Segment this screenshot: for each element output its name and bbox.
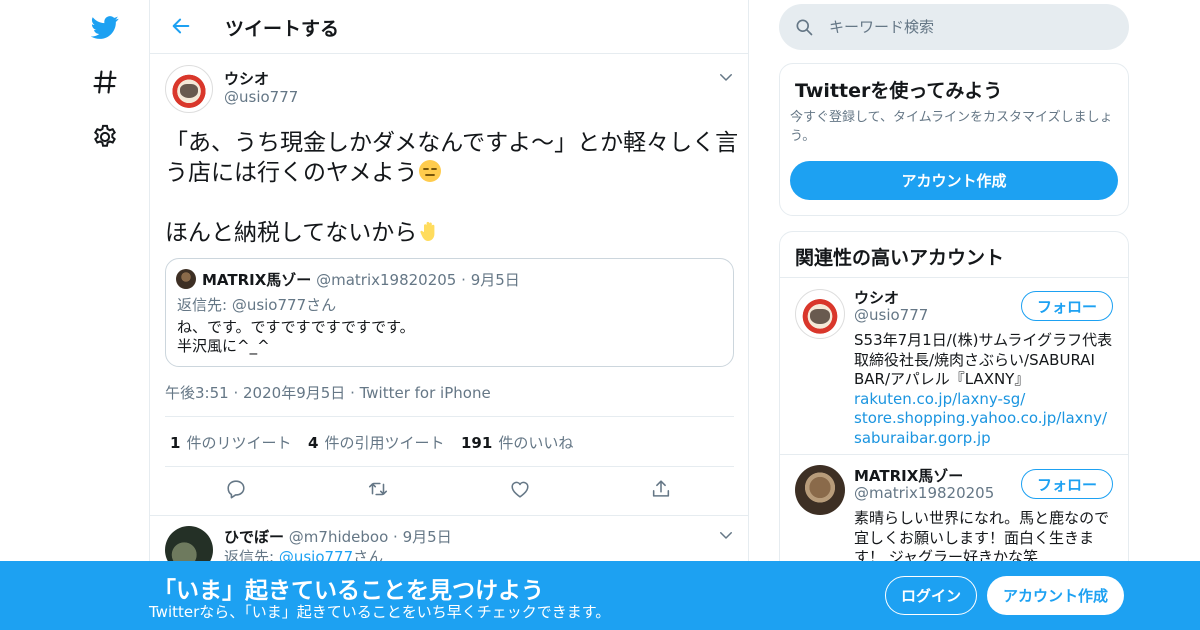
- heart-icon[interactable]: [509, 478, 535, 504]
- quoted-text: ね、です。ですですですですです。 半沢風に^_^: [177, 318, 415, 355]
- retweet-icon[interactable]: [367, 478, 393, 504]
- bio-link[interactable]: rakuten.co.jp/laxny-sg/: [854, 390, 1114, 410]
- tweet-actions: [165, 476, 734, 506]
- reply-header: ひでぼー @m7hideboo · 9月5日: [224, 526, 452, 547]
- twitter-bird-icon[interactable]: [82, 4, 128, 50]
- raised-hand-icon: [417, 219, 441, 243]
- tweet-source: Twitter for iPhone: [359, 384, 491, 402]
- retweet-count-value: 1: [170, 434, 181, 452]
- tweet-stats: 1 件のリツイート 4 件の引用ツイート 191 件のいいね: [165, 416, 734, 467]
- signup-button[interactable]: アカウント作成: [987, 576, 1124, 615]
- quote-count[interactable]: 4 件の引用ツイート: [308, 432, 444, 453]
- page: ツイートする ウシオ @usio777 「あ、うち現金しかダメなんですよ〜」とか…: [0, 0, 1200, 630]
- reply-icon[interactable]: [225, 478, 251, 504]
- search-icon: [796, 19, 813, 36]
- quoted-reply-to: 返信先: @usio777さん: [177, 296, 337, 314]
- reply-date[interactable]: 9月5日: [403, 528, 452, 546]
- tweet-text: 「あ、うち現金しかダメなんですよ〜」とか軽々しく言う店には行くのヤメようほんと納…: [165, 128, 740, 248]
- reply-author-name[interactable]: ひでぼー: [224, 528, 284, 546]
- main-column: ツイートする ウシオ @usio777 「あ、うち現金しかダメなんですよ〜」とか…: [149, 0, 749, 630]
- account-bio: S53年7月1日/(株)サムライグラフ代表取締役社長/焼肉さぶらい/SABURA…: [854, 331, 1114, 448]
- page-header: ツイートする: [150, 0, 748, 54]
- related-accounts-title: 関連性の高いアカウント: [795, 247, 1005, 269]
- hashtag-icon[interactable]: [82, 59, 128, 105]
- account-bio-text: S53年7月1日/(株)サムライグラフ代表取締役社長/焼肉さぶらい/SABURA…: [854, 331, 1113, 388]
- quoted-date: 9月5日: [470, 271, 520, 289]
- account-bio: 素晴らしい世界になれ。馬と鹿なので宜しくお願いします！面白く生きます！ ジャグラ…: [854, 509, 1110, 566]
- page-title: ツイートする: [225, 18, 340, 40]
- search-box[interactable]: [779, 4, 1129, 50]
- create-account-button[interactable]: アカウント作成: [790, 161, 1118, 200]
- search-input[interactable]: [829, 4, 1119, 50]
- login-button[interactable]: ログイン: [885, 576, 977, 615]
- quoted-tweet[interactable]: MATRIX馬ゾー @matrix19820205 · 9月5日 返信先: @u…: [165, 258, 734, 367]
- expressionless-face-icon: [418, 159, 442, 183]
- tweet-date[interactable]: 2020年9月5日: [243, 384, 345, 402]
- tweet-text-line: 「あ、うち現金しかダメなんですよ〜」とか軽々しく言う店には行くのヤメよう: [165, 130, 739, 186]
- reply-author-handle[interactable]: @m7hideboo: [289, 528, 388, 546]
- signup-card-description: 今すぐ登録して、タイムラインをカスタマイズしましょう。: [790, 110, 1113, 144]
- separator-dot: ·: [461, 271, 466, 289]
- account-handle[interactable]: @matrix19820205: [854, 484, 994, 502]
- signup-card-title: Twitterを使ってみよう: [795, 80, 1003, 102]
- quote-count-value: 4: [308, 434, 319, 452]
- signup-banner: 「いま」起きていることを見つけよう Twitterなら、「いま」起きていることを…: [0, 561, 1200, 630]
- banner-title: 「いま」起きていることを見つけよう: [153, 578, 544, 604]
- separator-dot: ·: [233, 384, 244, 402]
- follow-button[interactable]: フォロー: [1021, 469, 1113, 499]
- retweet-count-label: 件のリツイート: [186, 434, 292, 452]
- main-tweet: ウシオ @usio777 「あ、うち現金しかダメなんですよ〜」とか軽々しく言う店…: [150, 54, 748, 516]
- quoted-tweet-header: MATRIX馬ゾー @matrix19820205 · 9月5日: [202, 269, 520, 290]
- avatar[interactable]: [165, 65, 213, 113]
- account-handle[interactable]: @usio777: [854, 306, 928, 324]
- quoted-author-name: MATRIX馬ゾー: [202, 271, 312, 289]
- follow-button[interactable]: フォロー: [1021, 291, 1113, 321]
- avatar[interactable]: [795, 289, 845, 339]
- separator-dot: ·: [393, 528, 398, 546]
- list-item[interactable]: ウシオ @usio777 フォロー S53年7月1日/(株)サムライグラフ代表取…: [780, 279, 1128, 455]
- chevron-down-icon[interactable]: [717, 526, 737, 546]
- bio-link[interactable]: store.shopping.yahoo.co.jp/laxny/: [854, 409, 1114, 429]
- quoted-author-handle: @matrix19820205: [316, 271, 457, 289]
- tweet-author-name[interactable]: ウシオ: [224, 68, 269, 89]
- tweet-timestamp: 午後3:51 · 2020年9月5日 · Twitter for iPhone: [165, 382, 491, 403]
- like-count-label: 件のいいね: [498, 434, 574, 452]
- related-accounts-header: 関連性の高いアカウント: [780, 232, 1128, 278]
- banner-subtitle: Twitterなら、「いま」起きていることをいち早くチェックできます。: [149, 603, 611, 621]
- avatar[interactable]: [795, 465, 845, 515]
- separator-dot: ·: [350, 384, 360, 402]
- avatar: [176, 269, 196, 289]
- gear-icon[interactable]: [82, 114, 128, 160]
- share-icon[interactable]: [650, 478, 676, 504]
- tweet-text-line-2: ほんと納税してないから: [165, 220, 418, 246]
- retweet-count[interactable]: 1 件のリツイート: [170, 432, 291, 453]
- tweet-time[interactable]: 午後3:51: [165, 384, 229, 402]
- quote-count-label: 件の引用ツイート: [324, 434, 445, 452]
- account-name[interactable]: MATRIX馬ゾー: [854, 465, 963, 486]
- bio-link[interactable]: saburaibar.gorp.jp: [854, 429, 1114, 449]
- signup-card: Twitterを使ってみよう 今すぐ登録して、タイムラインをカスタマイズしましょ…: [779, 63, 1129, 216]
- back-button[interactable]: [166, 11, 196, 41]
- tweet-author-handle[interactable]: @usio777: [224, 88, 298, 106]
- account-name[interactable]: ウシオ: [854, 287, 899, 308]
- like-count-value: 191: [461, 434, 493, 452]
- like-count[interactable]: 191 件のいいね: [461, 432, 573, 453]
- chevron-down-icon[interactable]: [717, 68, 737, 88]
- arrow-left-icon: [172, 18, 190, 34]
